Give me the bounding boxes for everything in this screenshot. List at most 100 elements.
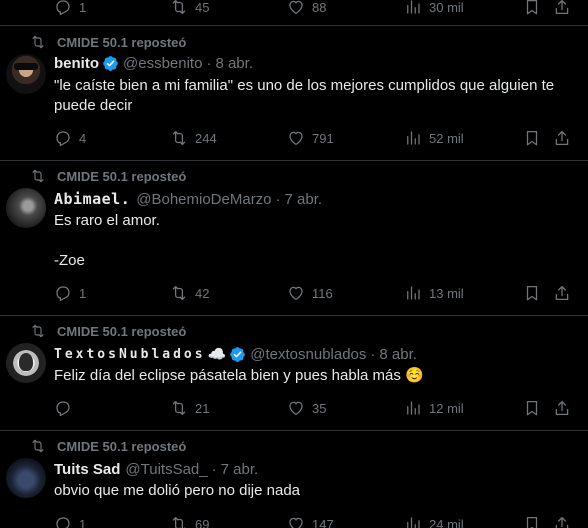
share-button[interactable] <box>553 398 571 418</box>
avatar[interactable] <box>6 458 46 498</box>
views-button[interactable]: 12 mil <box>404 398 464 418</box>
repost-count: 21 <box>195 400 210 416</box>
verified-badge-icon <box>102 55 119 72</box>
avatar[interactable] <box>6 54 46 94</box>
like-button[interactable]: 35 <box>287 398 326 418</box>
repost-icon <box>30 34 46 50</box>
tweet[interactable]: CMIDE 50.1 reposteó TextosNublados ☁️ @t… <box>0 316 588 431</box>
display-name[interactable]: Tuits Sad <box>54 461 120 478</box>
repost-button[interactable]: 45 <box>170 0 209 17</box>
tweet-header: Abimael. @BohemioDeMarzo · 7 abr. <box>54 189 322 209</box>
repost-count: 244 <box>195 130 217 146</box>
views-button[interactable]: 52 mil <box>404 128 464 148</box>
tweet[interactable]: CMIDE 50.1 reposteó Tuits Sad @TuitsSad_… <box>0 431 588 528</box>
tweet-text-line-1: Es raro el amor. <box>54 212 160 229</box>
share-button[interactable] <box>553 283 571 303</box>
reply-button[interactable]: 1 <box>54 514 86 528</box>
bar-chart-icon <box>404 515 422 528</box>
bar-chart-icon <box>404 399 422 417</box>
tweet-actions: 4 244 791 52 mil <box>54 128 574 148</box>
avatar[interactable] <box>6 343 46 383</box>
tweet-text: obvio que me dolió pero no dije nada <box>54 482 301 499</box>
display-name[interactable]: benito <box>54 55 99 72</box>
timestamp[interactable]: 7 abr. <box>221 461 259 478</box>
like-button[interactable]: 147 <box>287 514 334 528</box>
share-button[interactable] <box>553 128 571 148</box>
reply-button[interactable]: 4 <box>54 128 86 148</box>
timestamp[interactable]: 7 abr. <box>285 191 323 208</box>
reply-icon <box>54 515 72 528</box>
bookmark-button[interactable] <box>523 283 541 303</box>
handle[interactable]: @essbenito <box>123 55 202 72</box>
tweet-partial-top[interactable]: 1 45 88 30 mil <box>0 0 588 26</box>
like-count: 116 <box>312 285 333 301</box>
repost-icon <box>170 399 188 417</box>
separator-dot: · <box>275 190 281 208</box>
share-icon <box>553 129 571 147</box>
handle[interactable]: @textosnublados <box>250 346 366 363</box>
view-count: 52 mil <box>429 130 464 146</box>
handle[interactable]: @TuitsSad_ <box>125 461 207 478</box>
separator-dot: · <box>370 345 376 363</box>
share-button[interactable] <box>553 0 571 17</box>
repost-button[interactable]: 42 <box>170 283 209 303</box>
reply-button[interactable]: 1 <box>54 0 86 17</box>
reply-count: 4 <box>79 130 87 146</box>
handle[interactable]: @BohemioDeMarzo <box>136 191 271 208</box>
timestamp[interactable]: 8 abr. <box>379 346 417 363</box>
views-button[interactable]: 30 mil <box>404 0 464 17</box>
repost-count: 45 <box>195 0 210 15</box>
reposted-by-label: CMIDE 50.1 reposteó <box>57 438 187 454</box>
repost-icon <box>170 129 188 147</box>
tweet-text: Feliz día del eclipse pásatela bien y pu… <box>54 367 424 384</box>
heart-icon <box>287 284 305 302</box>
tweet-actions: 1 45 88 30 mil <box>54 0 574 17</box>
bar-chart-icon <box>404 284 422 302</box>
reply-icon <box>54 284 72 302</box>
reply-button[interactable]: 1 <box>54 283 86 303</box>
reply-icon <box>54 399 72 417</box>
share-button[interactable] <box>553 514 571 528</box>
tweet-header: benito @essbenito · 8 abr. <box>54 53 253 73</box>
like-button[interactable]: 791 <box>287 128 334 148</box>
views-button[interactable]: 24 mil <box>404 514 464 528</box>
repost-icon <box>30 323 46 339</box>
tweet[interactable]: CMIDE 50.1 reposteó benito @essbenito · … <box>0 26 588 161</box>
tweet[interactable]: CMIDE 50.1 reposteó Abimael. @BohemioDeM… <box>0 161 588 316</box>
display-name[interactable]: TextosNublados <box>54 347 206 362</box>
repost-button[interactable]: 244 <box>170 128 217 148</box>
bookmark-button[interactable] <box>523 0 541 17</box>
tweet-header: Tuits Sad @TuitsSad_ · 7 abr. <box>54 459 258 479</box>
repost-icon <box>170 0 188 16</box>
repost-indicator: CMIDE 50.1 reposteó <box>30 323 186 339</box>
like-button[interactable]: 116 <box>287 283 333 303</box>
tweet-actions: 21 35 12 mil <box>54 398 574 418</box>
share-icon <box>553 399 571 417</box>
timestamp[interactable]: 8 abr. <box>215 55 253 72</box>
like-count: 791 <box>312 130 334 146</box>
reposted-by-label: CMIDE 50.1 reposteó <box>57 168 187 184</box>
repost-button[interactable]: 21 <box>170 398 209 418</box>
reply-count: 1 <box>79 285 87 301</box>
share-icon <box>553 284 571 302</box>
bookmark-button[interactable] <box>523 514 541 528</box>
repost-count: 69 <box>195 516 210 528</box>
reposted-by-label: CMIDE 50.1 reposteó <box>57 34 187 50</box>
views-button[interactable]: 13 mil <box>404 283 464 303</box>
repost-count: 42 <box>195 285 210 301</box>
avatar[interactable] <box>6 188 46 228</box>
display-name[interactable]: Abimael. <box>54 190 130 208</box>
cloud-emoji: ☁️ <box>207 346 227 363</box>
bookmark-button[interactable] <box>523 128 541 148</box>
reply-count: 1 <box>79 0 87 15</box>
separator-dot: · <box>206 54 212 72</box>
bookmark-icon <box>523 129 541 147</box>
repost-button[interactable]: 69 <box>170 514 209 528</box>
like-count: 35 <box>312 400 327 416</box>
repost-icon <box>170 515 188 528</box>
bookmark-icon <box>523 284 541 302</box>
bookmark-button[interactable] <box>523 398 541 418</box>
like-button[interactable]: 88 <box>287 0 326 17</box>
reply-button[interactable] <box>54 398 79 418</box>
like-count: 147 <box>312 516 334 528</box>
